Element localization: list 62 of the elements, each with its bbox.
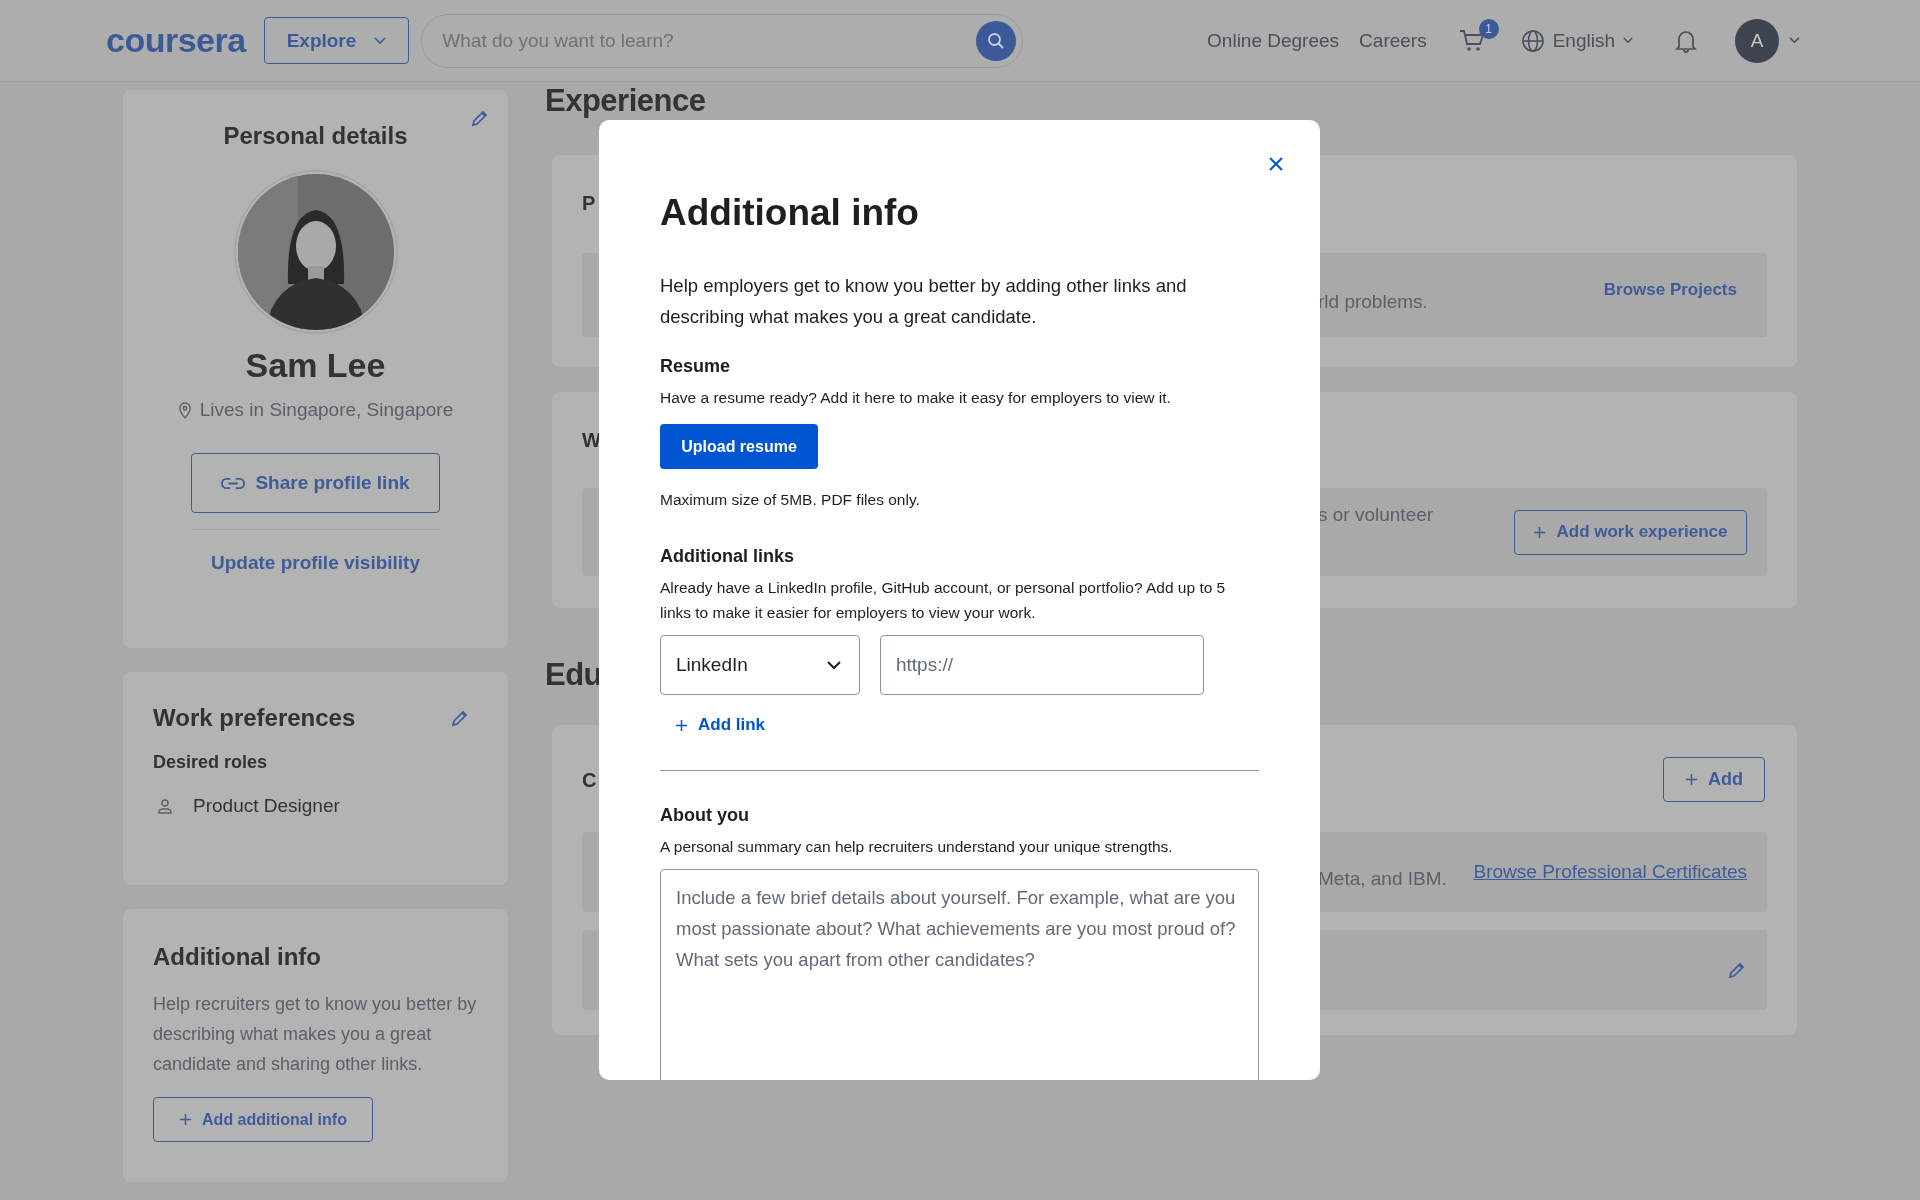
chevron-down-icon[interactable] (1789, 37, 1800, 44)
pencil-icon[interactable] (1727, 960, 1747, 980)
profile-name: Sam Lee (245, 346, 386, 385)
modal-description: Help employers get to know you better by adding other links and describing what makes you a great candidate. (660, 274, 1188, 329)
add-work-experience-button[interactable]: Add work experience (1514, 509, 1747, 555)
language-button[interactable]: English (1514, 27, 1639, 54)
file-size-note: Maximum size of 5MB. PDF files only. (660, 490, 921, 510)
location-text: Lives in Singapore, Singapore (199, 399, 454, 421)
link-icon (221, 476, 246, 490)
browse-projects-link[interactable]: Browse Projects (1603, 280, 1737, 300)
url-input-field[interactable]: https:// (880, 635, 1204, 695)
section-heading: Experience (545, 86, 706, 116)
logo[interactable]: coursera (106, 21, 246, 60)
add-button[interactable]: Add (1663, 757, 1765, 802)
card-title: C (582, 767, 597, 793)
add-additional-info-button[interactable]: Add additional info (153, 1097, 373, 1142)
person-icon (157, 798, 173, 814)
section-description: Have a resume ready? Add it here to make it easy for employers to view it. (660, 388, 1172, 408)
section-label: Desired roles (153, 752, 269, 773)
plus-icon (1685, 773, 1698, 786)
section-heading: Edu (545, 660, 603, 690)
avatar[interactable]: A (1735, 18, 1779, 63)
plus-icon (1533, 525, 1547, 539)
chevron-down-icon (374, 36, 387, 45)
section-heading: Resume (660, 356, 732, 377)
search-field[interactable]: What do you want to learn? (421, 13, 1024, 68)
card-title: Additional info (153, 943, 322, 971)
plus-icon (675, 718, 688, 732)
upload-resume-button[interactable]: Upload resume (660, 424, 818, 469)
globe-icon (1520, 28, 1545, 53)
section-heading: About you (660, 804, 750, 826)
about-you-text-area[interactable]: Include a few brief details about yourself. For example, what are you most passionate about? What achievements are you most proud of? What sets you apart from other candidates? (660, 868, 1259, 1080)
section-description: Already have a LinkedIn profile, GitHub account, or personal portfolio? Add up to 5 links to make it easier for employers to view your work. (660, 578, 1227, 623)
card-title: Work preferences (153, 704, 356, 732)
cart-icon[interactable] (1458, 28, 1485, 53)
explore-button[interactable]: Explore (263, 17, 410, 64)
chevron-down-icon (1623, 37, 1633, 44)
update-visibility-link[interactable]: Update profile visibility (210, 552, 420, 574)
search-icon[interactable] (976, 20, 1017, 61)
section-description: A personal summary can help recruiters understand your unique strengths. (660, 836, 1174, 857)
pencil-icon[interactable] (470, 108, 490, 128)
panel-text: Meta, and IBM. (1318, 867, 1448, 890)
nav-link[interactable]: Careers (1359, 29, 1427, 52)
card-title: W (582, 428, 601, 453)
role-text: Product Designer (193, 795, 340, 817)
pencil-icon[interactable] (450, 708, 470, 728)
cart-count-badge: 1 (1478, 18, 1499, 39)
chevron-down-icon (827, 660, 841, 670)
card-description: Help recruiters get to know you better by describing what makes you a great candidate and sharing other links. (153, 993, 478, 1076)
nav-link[interactable]: Online Degrees (1207, 29, 1340, 52)
card-title: Personal details (223, 122, 408, 150)
plus-icon (179, 1113, 193, 1126)
card-title: P (582, 191, 596, 216)
browse-certificates-link[interactable]: Browse Professional Certificates (1473, 861, 1747, 883)
add-link-button[interactable]: Add link (675, 715, 766, 735)
share-profile-button[interactable]: Share profile link (191, 453, 440, 513)
location-pin-icon (177, 401, 192, 419)
link-type-dropdown[interactable]: LinkedIn (660, 635, 860, 695)
bell-icon[interactable] (1675, 28, 1697, 53)
modal-title: Additional info (660, 192, 920, 234)
close-icon[interactable] (1268, 156, 1284, 172)
section-heading: Additional links (660, 546, 795, 567)
